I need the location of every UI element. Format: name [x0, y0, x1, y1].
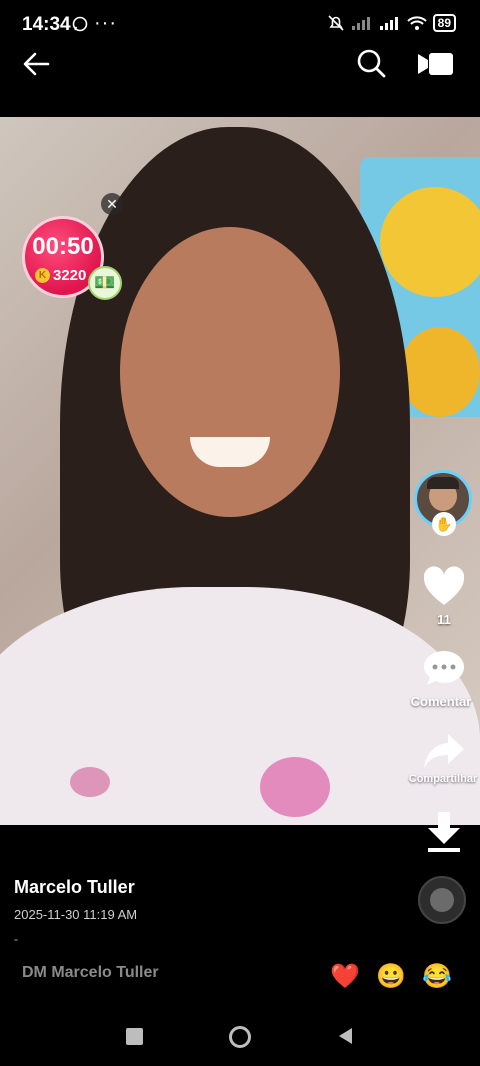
back-arrow-icon — [23, 52, 50, 76]
comment-label[interactable]: Comentar — [402, 694, 480, 709]
battery-icon: 89 — [432, 14, 456, 32]
person-face — [120, 227, 340, 517]
signal-off-icon — [351, 17, 370, 30]
status-icons: 89 — [327, 14, 456, 32]
post-caption: - — [14, 932, 18, 946]
signal-icon — [379, 17, 398, 30]
post-username[interactable]: Marcelo Tuller — [14, 877, 135, 898]
download-button[interactable] — [420, 808, 468, 861]
laugh-reaction-button[interactable]: 😂 — [422, 962, 452, 991]
heart-reaction-button[interactable]: ❤️ — [330, 962, 360, 991]
search-icon — [357, 49, 386, 78]
recents-button[interactable] — [126, 1028, 143, 1045]
back-button[interactable] — [18, 44, 58, 84]
wave-hand-icon[interactable]: ✋ — [432, 512, 456, 536]
wifi-icon — [406, 16, 427, 30]
music-disc-button[interactable] — [418, 876, 466, 924]
download-icon — [428, 812, 460, 852]
coin-icon: K — [35, 268, 50, 283]
video-camera-icon — [418, 53, 453, 75]
like-button[interactable] — [420, 563, 468, 616]
heart-icon — [423, 566, 465, 605]
sunflower-shape-2 — [400, 327, 480, 417]
more-notifications-icon: ··· — [94, 12, 117, 34]
comment-bubble-icon — [424, 651, 464, 685]
system-back-button[interactable] — [336, 1026, 354, 1051]
home-button[interactable] — [229, 1026, 251, 1048]
status-time: 14:34 — [22, 14, 71, 35]
video-camera-button[interactable] — [412, 44, 458, 84]
close-icon: ✕ — [106, 196, 118, 212]
dm-input[interactable]: DM Marcelo Tuller — [22, 964, 159, 982]
search-button[interactable] — [352, 44, 392, 84]
share-button[interactable] — [420, 726, 468, 779]
timer-countdown: 00:50 — [32, 233, 94, 260]
status-bar: 14:34 ··· 89 — [0, 0, 480, 52]
share-arrow-icon — [424, 734, 464, 768]
shirt-flower — [260, 757, 330, 817]
shirt-flower-2 — [70, 767, 110, 797]
sunflower-shape — [380, 187, 480, 297]
coin-row: K 3220 — [35, 267, 86, 284]
comment-button[interactable] — [420, 645, 468, 698]
grin-reaction-button[interactable]: 😀 — [376, 962, 406, 991]
share-label[interactable]: Compartilhar — [402, 773, 480, 785]
whatsapp-icon — [72, 16, 88, 37]
triangle-back-icon — [339, 1028, 352, 1044]
money-stack-icon: 💵 — [88, 266, 122, 300]
mute-bell-icon — [328, 15, 344, 31]
post-datetime: 2025-11-30 11:19 AM — [14, 907, 138, 922]
like-count: 11 — [437, 612, 451, 627]
close-timer-button[interactable]: ✕ — [101, 193, 123, 215]
coin-count: 3220 — [53, 267, 87, 284]
